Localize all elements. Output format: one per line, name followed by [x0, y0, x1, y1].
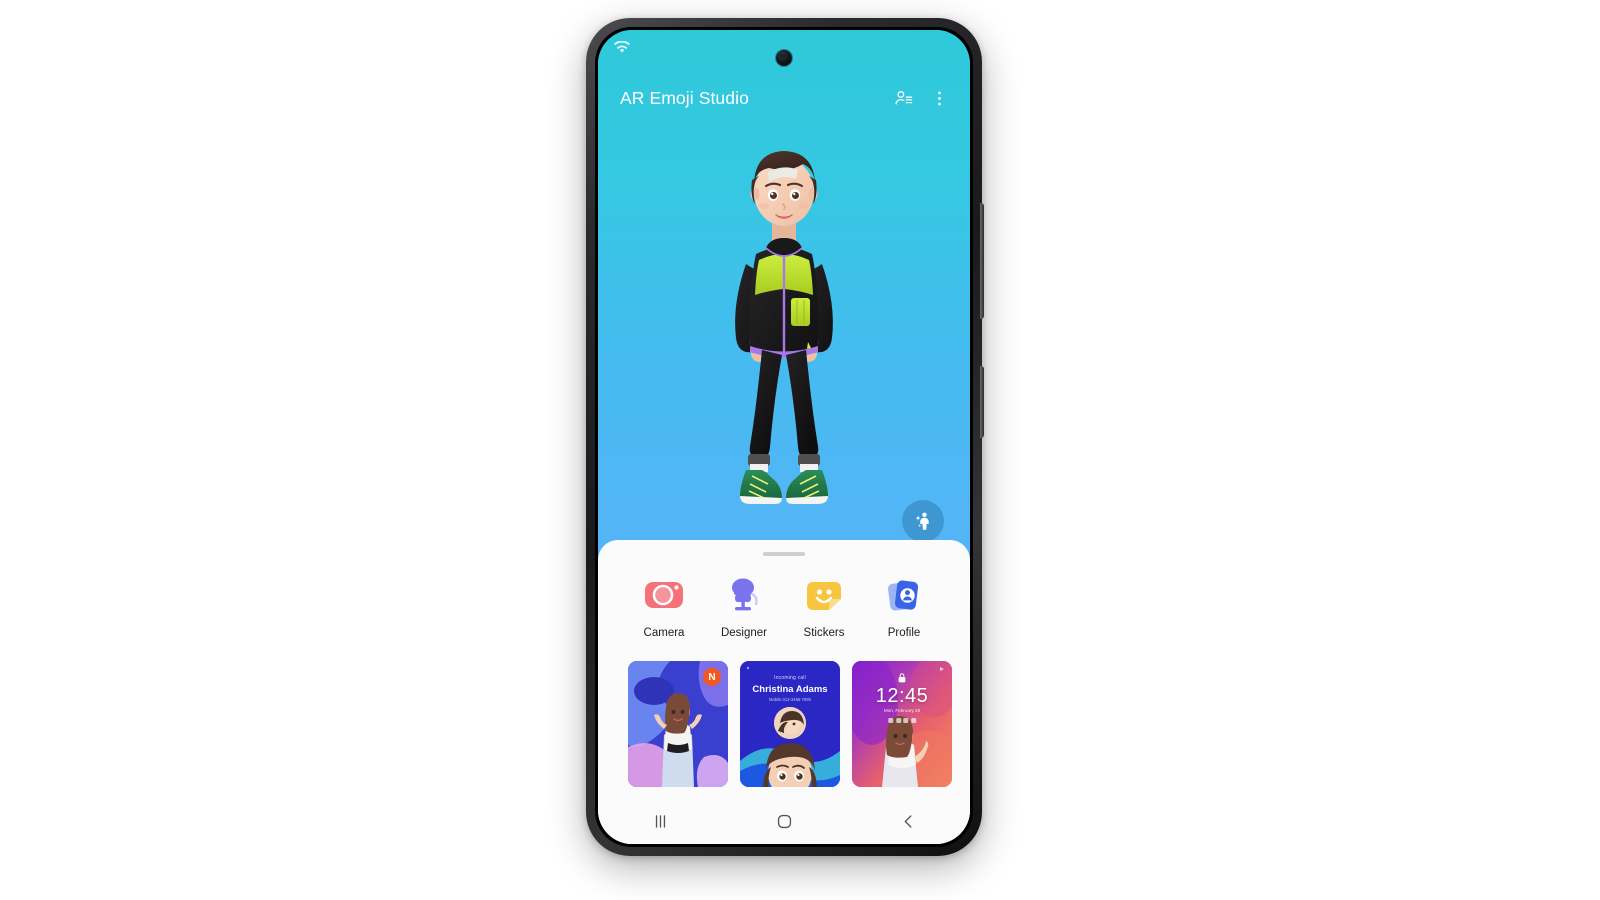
wifi-icon [614, 40, 630, 53]
caller-name: Christina Adams [752, 684, 828, 695]
phone-screen: AR Emoji Studio Camera Designer Stickers… [598, 30, 970, 844]
power-button[interactable] [980, 366, 984, 438]
mannequin-icon [732, 578, 758, 611]
bottom-sheet: Camera Designer Stickers Profile N Incom… [598, 540, 970, 844]
notification-dot [888, 718, 894, 723]
action-label: Camera [643, 627, 685, 639]
action-camera[interactable]: Camera [632, 574, 696, 639]
home-icon[interactable] [758, 806, 810, 836]
phone-device-frame: AR Emoji Studio Camera Designer Stickers… [586, 18, 984, 856]
lock-screen-card[interactable]: 12:45 Mon, February 28 [852, 661, 952, 787]
system-navigation-bar [598, 798, 970, 844]
new-badge: N [703, 668, 721, 686]
avatar-preview-area[interactable]: AR Emoji Studio [598, 30, 970, 564]
avatar-sparkle-icon [915, 512, 929, 530]
app-title: AR Emoji Studio [620, 87, 749, 108]
action-label: Stickers [803, 627, 845, 639]
caller-number: Mobile 012-3456-7890 [769, 697, 811, 702]
notification-dot [910, 718, 916, 723]
action-stickers[interactable]: Stickers [792, 574, 856, 639]
phone-bezel: AR Emoji Studio Camera Designer Stickers… [595, 27, 973, 847]
call-screen-card[interactable]: Incoming call Christina Adams Mobile 012… [740, 661, 840, 787]
caller-avatar [774, 707, 806, 739]
lock-icon [898, 673, 906, 683]
action-row: Camera Designer Stickers Profile [598, 556, 970, 639]
lock-time: 12:45 [875, 685, 929, 707]
action-designer[interactable]: Designer [712, 574, 776, 639]
profile-cards-icon [888, 580, 919, 611]
notification-dot [903, 718, 909, 723]
more-vertical-icon[interactable] [926, 85, 952, 111]
screenshot-canvas: AR Emoji Studio Camera Designer Stickers… [0, 0, 1600, 900]
camera-icon [645, 582, 683, 608]
recents-icon[interactable] [634, 806, 686, 836]
wallpaper-card[interactable]: N [628, 661, 728, 787]
caller-large-face [763, 743, 817, 787]
action-label: Profile [887, 627, 921, 639]
person-list-icon[interactable] [890, 85, 916, 111]
avatar-sparkle-button[interactable] [902, 500, 944, 542]
front-camera-punch-hole [776, 50, 792, 66]
ar-emoji-avatar[interactable] [684, 136, 884, 556]
sticker-icon [807, 582, 841, 610]
action-label: Designer [720, 627, 768, 639]
incoming-call-label: Incoming call [774, 675, 806, 681]
action-profile[interactable]: Profile [872, 574, 936, 639]
preview-card-row: N Incoming call Christina Adams Mobile 0… [598, 639, 970, 787]
back-icon[interactable] [882, 806, 934, 836]
volume-button[interactable] [980, 203, 984, 319]
lock-notification-icons [888, 718, 916, 723]
app-bar: AR Emoji Studio [598, 76, 970, 120]
lock-date: Mon, February 28 [883, 708, 921, 713]
notification-dot [895, 718, 901, 723]
